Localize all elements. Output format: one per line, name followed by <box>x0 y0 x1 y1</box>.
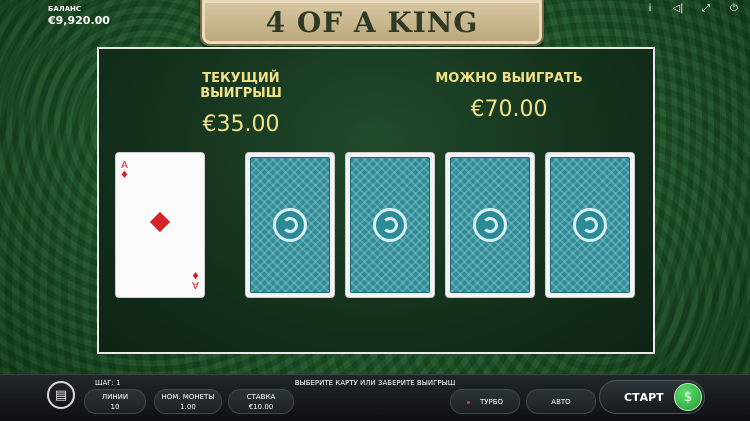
current-win-label: ТЕКУЩИЙ ВЫИГРЫШ <box>200 71 282 101</box>
lines-label: ЛИНИИ <box>101 393 129 401</box>
gamble-panel: ТЕКУЩИЙ ВЫИГРЫШ €35.00 МОЖНО ВЫИГРАТЬ €7… <box>97 47 655 354</box>
start-button[interactable]: СТАРТ $ <box>599 380 705 414</box>
current-win: ТЕКУЩИЙ ВЫИГРЫШ €35.00 <box>161 71 321 137</box>
turbo-label: ТУРБО <box>479 398 504 406</box>
balance-label: БАЛАНС <box>48 5 81 13</box>
can-win: МОЖНО ВЫИГРАТЬ €70.00 <box>429 71 589 122</box>
face-down-card-4[interactable] <box>545 152 635 298</box>
coin-value: 1.00 <box>180 403 196 411</box>
top-right-controls: i ◁| ⤢ ⏻ <box>644 3 740 14</box>
info-icon[interactable]: i <box>644 3 656 14</box>
card-back-logo-icon <box>373 208 407 242</box>
collect-money-icon[interactable]: $ <box>674 383 702 411</box>
face-down-card-3[interactable] <box>445 152 535 298</box>
step-indicator: ШАГ: 1 <box>95 379 121 387</box>
balance-display: БАЛАНС €9,920.00 <box>48 5 110 27</box>
diamond-icon <box>149 211 171 233</box>
balance-value: €9,920.00 <box>48 14 110 27</box>
dealer-card-ace-of-diamonds: A ♦ A ♦ <box>115 152 205 298</box>
status-message: ВЫБЕРИТЕ КАРТУ ИЛИ ЗАБЕРИТЕ ВЫИГРЫШ <box>294 379 456 387</box>
paytable-button[interactable]: ▤ <box>47 381 75 409</box>
coin-label: НОМ. МОНЕТЫ <box>161 393 215 401</box>
start-label: СТАРТ <box>624 391 664 404</box>
turbo-indicator-dot <box>466 400 470 404</box>
game-title: 4 OF A KING <box>265 5 479 39</box>
card-back-logo-icon <box>573 208 607 242</box>
paytable-icon: ▤ <box>54 387 68 403</box>
card-back-logo-icon <box>273 208 307 242</box>
card-back-logo-icon <box>473 208 507 242</box>
auto-label: АВТО <box>551 398 571 406</box>
lines-selector[interactable]: ЛИНИИ 10 <box>84 389 146 414</box>
control-bar: ▤ ШАГ: 1 ВЫБЕРИТЕ КАРТУ ИЛИ ЗАБЕРИТЕ ВЫИ… <box>0 374 750 421</box>
game-title-plate: 4 OF A KING <box>200 0 544 46</box>
turbo-toggle[interactable]: ТУРБО <box>450 389 520 414</box>
face-down-card-1[interactable] <box>245 152 335 298</box>
fullscreen-icon[interactable]: ⤢ <box>700 3 712 14</box>
bet-selector[interactable]: СТАВКА €10.00 <box>228 389 294 414</box>
lines-value: 10 <box>110 403 120 411</box>
can-win-value: €70.00 <box>470 97 548 122</box>
bet-value: €10.00 <box>248 403 274 411</box>
card-corner-top: A ♦ <box>120 160 129 181</box>
power-icon[interactable]: ⏻ <box>728 3 740 14</box>
bet-label: СТАВКА <box>246 393 276 401</box>
coin-value-selector[interactable]: НОМ. МОНЕТЫ 1.00 <box>154 389 222 414</box>
face-down-card-2[interactable] <box>345 152 435 298</box>
auto-button[interactable]: АВТО <box>526 389 596 414</box>
current-win-value: €35.00 <box>202 112 280 137</box>
card-corner-bottom: A ♦ <box>191 269 200 290</box>
can-win-label: МОЖНО ВЫИГРАТЬ <box>435 71 583 86</box>
sound-icon[interactable]: ◁| <box>672 3 684 14</box>
